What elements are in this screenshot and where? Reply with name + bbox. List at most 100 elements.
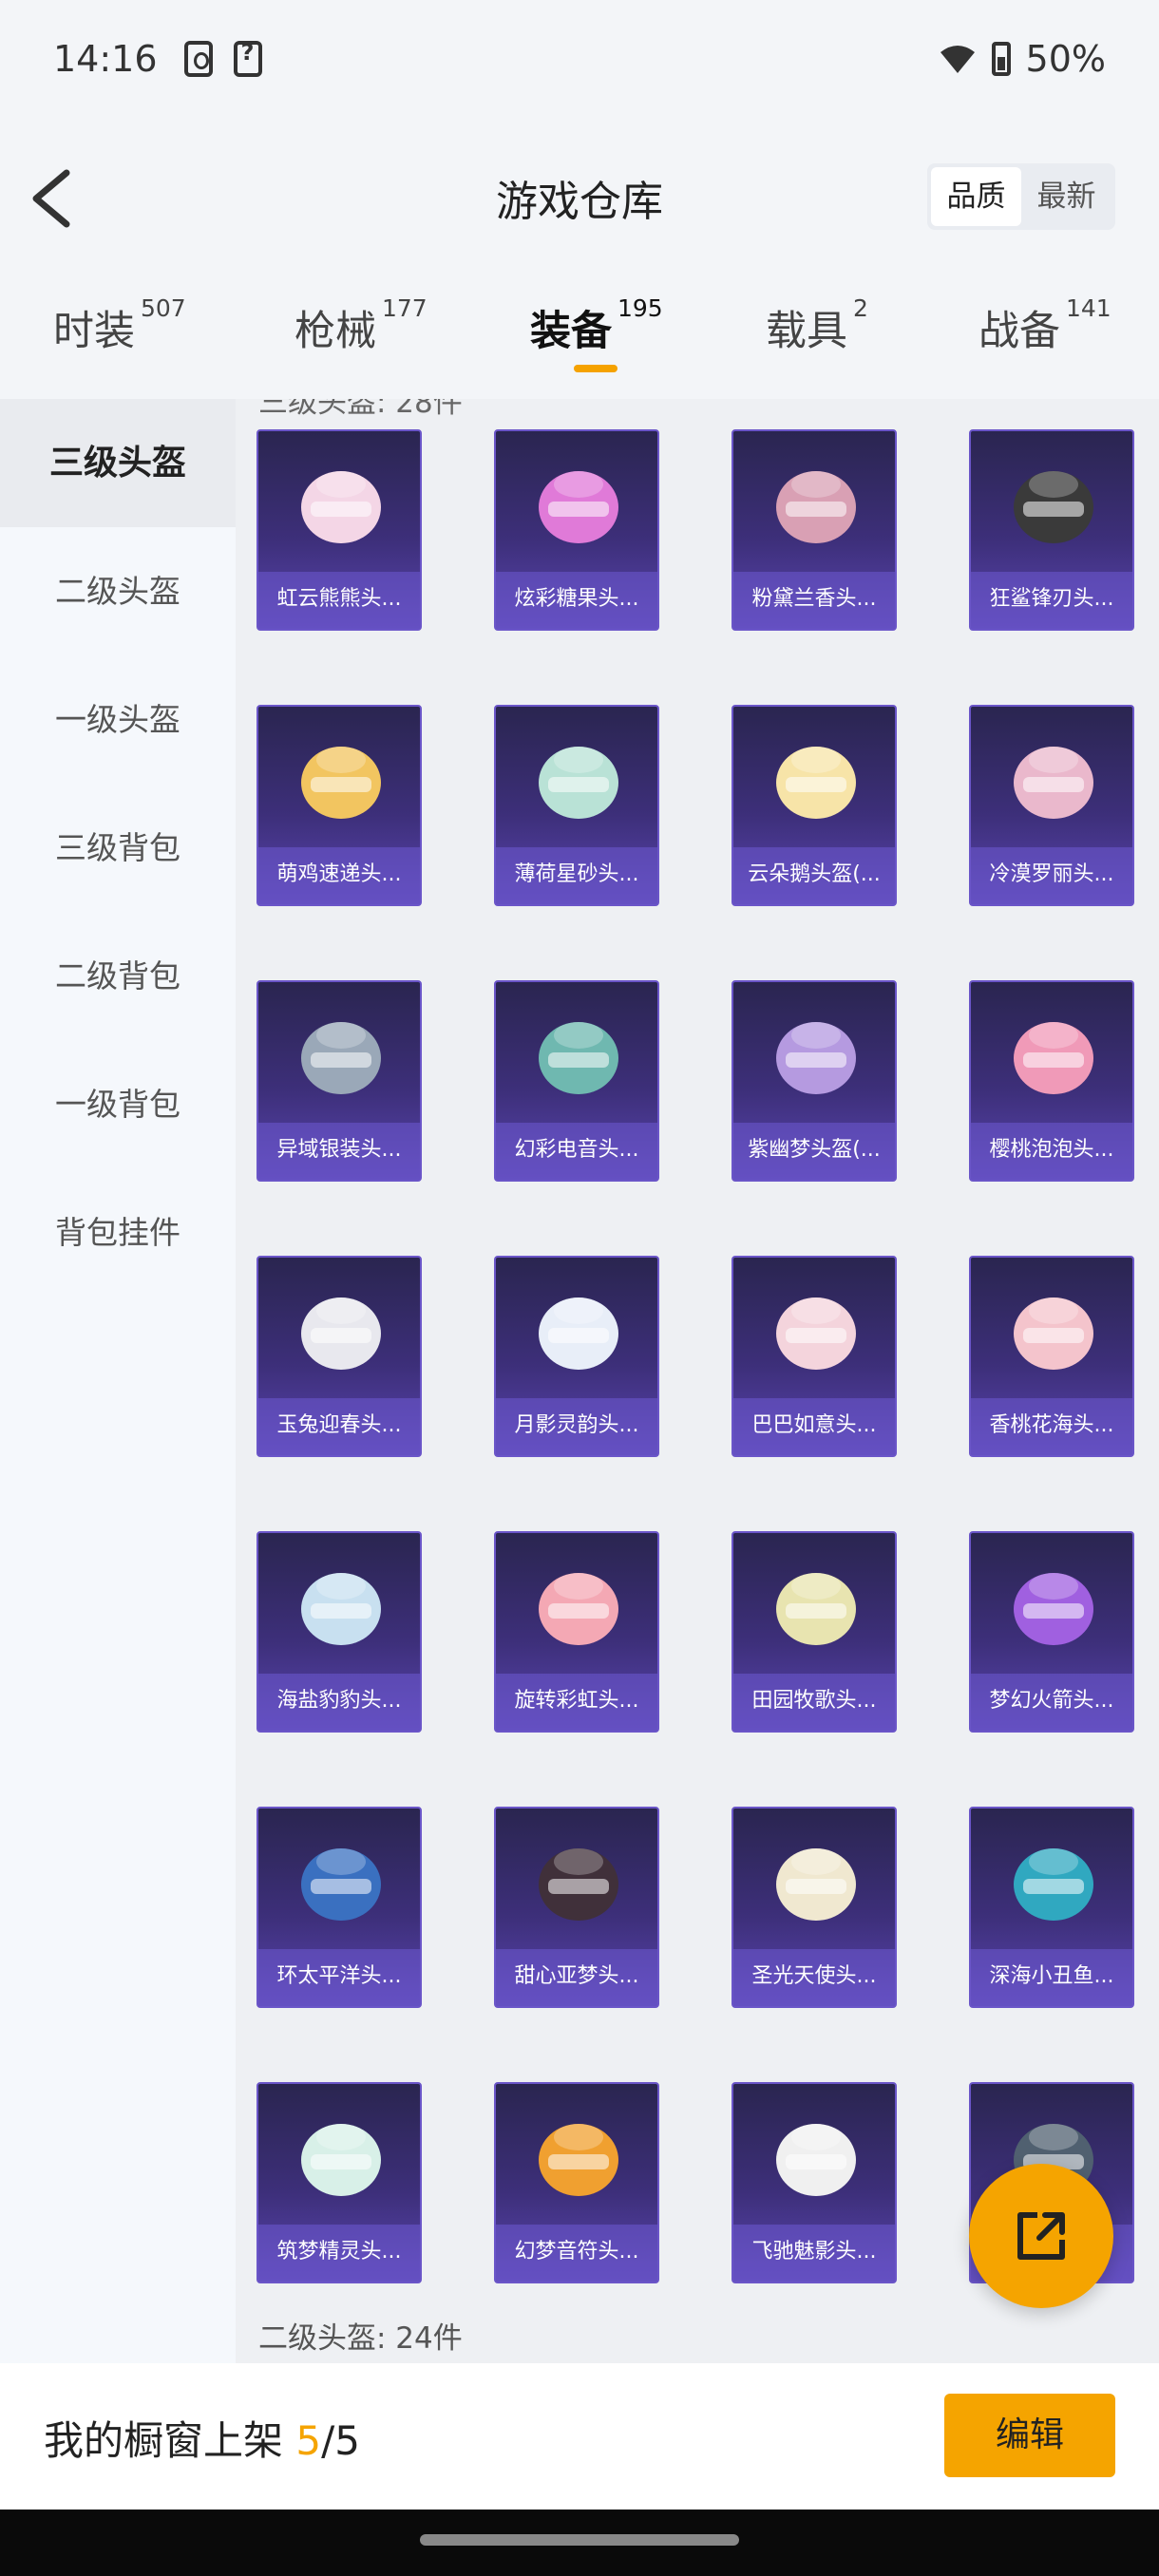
tab-vehicles[interactable]: 载具 2 xyxy=(766,294,868,357)
active-tab-indicator xyxy=(574,365,618,372)
battery-level: 50% xyxy=(1025,38,1106,80)
helmet-icon xyxy=(776,1573,856,1645)
section-header-next: 二级头盔: 24件 xyxy=(258,2321,463,2356)
item-name: 玉兔迎春头... xyxy=(258,1398,420,1455)
item-card[interactable]: 田园牧歌头... xyxy=(732,1531,897,1733)
item-card[interactable]: 薄荷星砂头... xyxy=(494,705,659,906)
item-card[interactable]: 狂鲨锋刃头... xyxy=(969,429,1134,631)
item-card[interactable]: 梦幻火箭头... xyxy=(969,1531,1134,1733)
sidebar-item-level1-backpack[interactable]: 一级背包 xyxy=(0,1040,236,1168)
home-gesture-handle[interactable] xyxy=(420,2534,739,2546)
item-name: 深海小丑鱼... xyxy=(971,1949,1132,2006)
item-card[interactable]: 环太平洋头... xyxy=(256,1807,422,2008)
item-card[interactable]: 深海小丑鱼... xyxy=(969,1807,1134,2008)
helmet-icon xyxy=(301,747,381,819)
helmet-icon xyxy=(776,2124,856,2196)
helmet-icon xyxy=(539,2124,618,2196)
item-name: 樱桃泡泡头... xyxy=(971,1123,1132,1180)
helmet-icon xyxy=(776,1022,856,1094)
status-bar: 14:16 50% xyxy=(0,0,1159,118)
battery-icon xyxy=(991,42,1011,76)
item-name: 旋转彩虹头... xyxy=(496,1674,657,1731)
item-card[interactable]: 圣光天使头... xyxy=(732,1807,897,2008)
helmet-icon xyxy=(776,1297,856,1370)
tab-equipment[interactable]: 装备 195 xyxy=(530,294,663,357)
item-name: 环太平洋头... xyxy=(258,1949,420,2006)
item-grid: 虹云熊熊头... 炫彩糖果头... 粉黛兰香头... 狂鲨锋刃头... 萌鸡速递头...… xyxy=(256,429,1134,2283)
helmet-icon xyxy=(1014,1573,1093,1645)
item-card[interactable]: 旋转彩虹头... xyxy=(494,1531,659,1733)
helmet-icon xyxy=(301,1297,381,1370)
helmet-icon xyxy=(301,1573,381,1645)
item-card[interactable]: 粉黛兰香头... xyxy=(732,429,897,631)
item-card[interactable]: 幻梦音符头... xyxy=(494,2082,659,2283)
sort-newest-option[interactable]: 最新 xyxy=(1021,167,1112,226)
tab-count: 195 xyxy=(618,294,663,322)
item-name: 冷漠罗丽头... xyxy=(971,847,1132,904)
tab-count: 141 xyxy=(1066,294,1112,322)
helmet-icon xyxy=(1014,1848,1093,1921)
showcase-status: 我的橱窗上架 5/5 xyxy=(44,2409,360,2467)
item-card[interactable]: 玉兔迎春头... xyxy=(256,1256,422,1457)
tab-count: 177 xyxy=(382,294,428,322)
sort-toggle: 品质 最新 xyxy=(927,163,1115,230)
tab-supplies[interactable]: 战备 141 xyxy=(978,294,1112,357)
sidebar-item-level2-backpack[interactable]: 二级背包 xyxy=(0,912,236,1040)
sort-quality-option[interactable]: 品质 xyxy=(931,167,1021,226)
item-grid-area[interactable]: 三级头盔: 28件 虹云熊熊头... 炫彩糖果头... 粉黛兰香头... 狂鲨锋刃头.… xyxy=(236,399,1159,2363)
item-card[interactable]: 樱桃泡泡头... xyxy=(969,980,1134,1182)
item-card[interactable]: 海盐豹豹头... xyxy=(256,1531,422,1733)
item-card[interactable]: 萌鸡速递头... xyxy=(256,705,422,906)
item-card[interactable]: 异域银装头... xyxy=(256,980,422,1182)
item-name: 梦幻火箭头... xyxy=(971,1674,1132,1731)
item-card[interactable]: 紫幽梦头盔(... xyxy=(732,980,897,1182)
item-name: 狂鲨锋刃头... xyxy=(971,572,1132,629)
item-name: 虹云熊熊头... xyxy=(258,572,420,629)
item-name: 幻彩电音头... xyxy=(496,1123,657,1180)
item-name: 甜心亚梦头... xyxy=(496,1949,657,2006)
item-card[interactable]: 冷漠罗丽头... xyxy=(969,705,1134,906)
helmet-icon xyxy=(776,471,856,543)
item-name: 筑梦精灵头... xyxy=(258,2225,420,2282)
showcase-separator: / xyxy=(321,2417,335,2464)
edit-button[interactable]: 编辑 xyxy=(944,2394,1115,2477)
item-name: 海盐豹豹头... xyxy=(258,1674,420,1731)
sidebar-item-backpack-charm[interactable]: 背包挂件 xyxy=(0,1168,236,1297)
item-card[interactable]: 虹云熊熊头... xyxy=(256,429,422,631)
item-card[interactable]: 幻彩电音头... xyxy=(494,980,659,1182)
item-card[interactable]: 月影灵韵头... xyxy=(494,1256,659,1457)
item-card[interactable]: 巴巴如意头... xyxy=(732,1256,897,1457)
subcategory-sidebar: 三级头盔 二级头盔 一级头盔 三级背包 二级背包 一级背包 背包挂件 xyxy=(0,399,236,2363)
item-name: 月影灵韵头... xyxy=(496,1398,657,1455)
sidebar-item-level3-helmet[interactable]: 三级头盔 xyxy=(0,399,236,527)
tab-fashion[interactable]: 时装 507 xyxy=(53,294,186,357)
sidebar-item-level2-helmet[interactable]: 二级头盔 xyxy=(0,527,236,655)
item-name: 紫幽梦头盔(... xyxy=(733,1123,895,1180)
item-card[interactable]: 飞驰魅影头... xyxy=(732,2082,897,2283)
helmet-icon xyxy=(1014,471,1093,543)
showcase-current: 5 xyxy=(295,2417,322,2464)
item-card[interactable]: 甜心亚梦头... xyxy=(494,1807,659,2008)
item-card[interactable]: 筑梦精灵头... xyxy=(256,2082,422,2283)
item-name: 粉黛兰香头... xyxy=(733,572,895,629)
helmet-icon xyxy=(539,1573,618,1645)
tab-weapons[interactable]: 枪械 177 xyxy=(294,294,428,357)
item-card[interactable]: 香桃花海头... xyxy=(969,1256,1134,1457)
helmet-icon xyxy=(539,1848,618,1921)
helmet-icon xyxy=(776,1848,856,1921)
chevron-left-icon[interactable] xyxy=(27,165,84,232)
helmet-icon xyxy=(539,1297,618,1370)
share-button[interactable] xyxy=(969,2164,1113,2308)
tab-label: 枪械 xyxy=(294,308,376,355)
status-time: 14:16 xyxy=(53,38,158,80)
item-name: 炫彩糖果头... xyxy=(496,572,657,629)
share-external-icon xyxy=(1017,2212,1065,2260)
sidebar-item-level3-backpack[interactable]: 三级背包 xyxy=(0,784,236,912)
item-card[interactable]: 云朵鹅头盔(... xyxy=(732,705,897,906)
showcase-label: 我的橱窗上架 xyxy=(44,2417,296,2464)
sidebar-item-level1-helmet[interactable]: 一级头盔 xyxy=(0,655,236,784)
helmet-icon xyxy=(539,747,618,819)
screen-rotate-icon xyxy=(183,41,213,77)
helmet-icon xyxy=(301,2124,381,2196)
item-card[interactable]: 炫彩糖果头... xyxy=(494,429,659,631)
